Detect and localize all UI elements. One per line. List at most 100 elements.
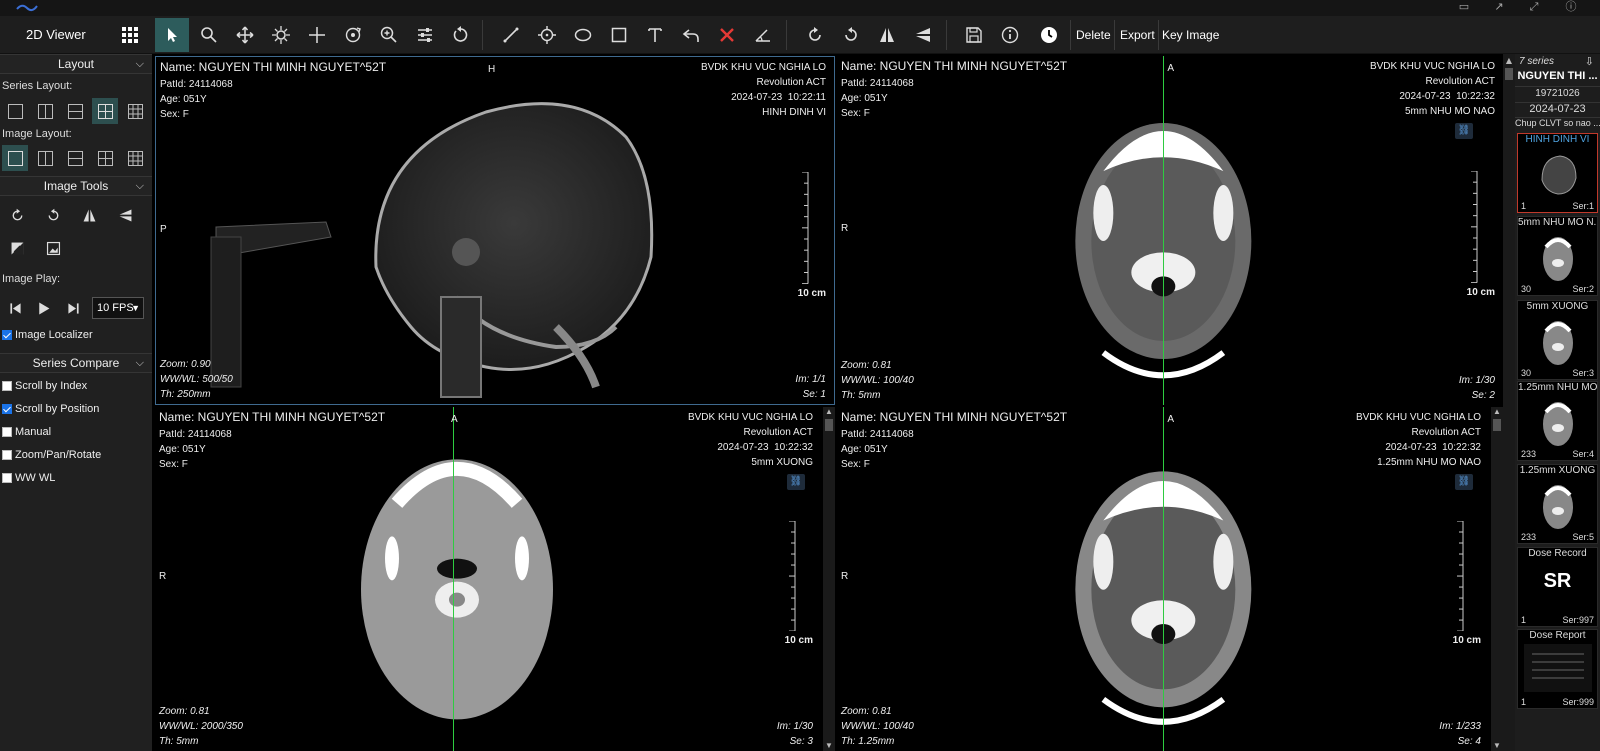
compare-option-checkbox[interactable]: Manual — [2, 426, 51, 438]
delete-button[interactable]: Delete — [1070, 16, 1117, 54]
datetime-overlay: 2024-07-23 10:22:32 — [1385, 442, 1481, 453]
image-frame-button[interactable] — [40, 235, 66, 261]
key-image-button[interactable]: Key Image — [1156, 16, 1225, 54]
compare-option-checkbox[interactable]: Zoom/Pan/Rotate — [2, 449, 101, 461]
scroll-up-icon[interactable]: ▲ — [1491, 407, 1503, 417]
window-level-overlay: WW/WL: 2000/350 — [159, 721, 243, 732]
scroll-thumb[interactable] — [1505, 68, 1513, 80]
link-icon[interactable]: ⛓ — [1455, 474, 1473, 490]
viewport[interactable]: Name: NGUYEN THI MINH NGUYET^52T PatId: 2… — [837, 407, 1503, 751]
scroll-down-icon[interactable]: ▼ — [1491, 741, 1503, 751]
rotate-left-button[interactable] — [834, 18, 868, 52]
save-button[interactable] — [957, 18, 991, 52]
viewport[interactable]: Name: NGUYEN THI MINH NGUYET^52T PatId: 2… — [155, 56, 835, 405]
flip-vertical-button[interactable] — [906, 18, 940, 52]
angle-measure-button[interactable] — [746, 18, 780, 52]
info-button[interactable] — [993, 18, 1027, 52]
window-level-tool-button[interactable] — [264, 18, 298, 52]
thickness-overlay: Th: 250mm — [160, 389, 211, 400]
image-layout-1x2-button[interactable] — [32, 145, 58, 171]
pin-icon[interactable]: ⇩ — [1585, 55, 1594, 68]
viewport[interactable]: Name: NGUYEN THI MINH NGUYET^52T PatId: 2… — [837, 56, 1503, 405]
link-icon[interactable]: ⛓ — [787, 474, 805, 490]
panel-flip-vertical-button[interactable] — [112, 202, 138, 228]
ellipse-roi-button[interactable] — [566, 18, 600, 52]
sex-overlay: Sex: F — [159, 459, 188, 470]
image-layout-2x1-button[interactable] — [62, 145, 88, 171]
series-layout-3x3-button[interactable] — [122, 98, 148, 124]
series-thumbnail[interactable]: 5mm XUONG 30 Ser:3 — [1517, 300, 1598, 380]
link-icon[interactable]: ⛓ — [1455, 123, 1473, 139]
crosshair-tool-button[interactable] — [300, 18, 334, 52]
image-layout-label: Image Layout: — [2, 128, 72, 140]
series-thumbnail[interactable]: 5mm NHU MO N... 30 Ser:2 — [1517, 216, 1598, 296]
series-compare-section-header[interactable]: Series Compare ⌵ — [0, 353, 152, 373]
image-tools-section-header[interactable]: Image Tools ⌵ — [0, 176, 152, 196]
layout-section-header[interactable]: Layout ⌵ — [0, 54, 152, 74]
axial-bone-image — [361, 459, 553, 720]
info-icon[interactable]: ⓘ — [1562, 0, 1580, 14]
first-frame-button[interactable] — [2, 295, 28, 321]
image-layout-3x3-button[interactable] — [122, 145, 148, 171]
image-layout-1x1-button[interactable] — [2, 145, 28, 171]
series-thumbnail[interactable]: HINH DINH VI 1 Ser:1 — [1517, 133, 1598, 213]
reset-button[interactable] — [444, 18, 478, 52]
viewport[interactable]: Name: NGUYEN THI MINH NGUYET^52T PatId: 2… — [155, 407, 835, 751]
series-layout-2x2-button[interactable] — [92, 98, 118, 124]
series-panel: 7 series ⇩ NGUYEN THI ... 19721026 2024-… — [1515, 54, 1600, 751]
export-button[interactable]: Export — [1114, 16, 1161, 54]
rectangle-roi-button[interactable] — [602, 18, 636, 52]
image-layout-2x2-button[interactable] — [92, 145, 118, 171]
panel-rotate-right-button[interactable] — [4, 202, 30, 228]
point-probe-button[interactable] — [530, 18, 564, 52]
share-icon[interactable]: ↗ — [1490, 0, 1508, 14]
undo-button[interactable] — [674, 18, 708, 52]
invert-button[interactable] — [4, 235, 30, 261]
flip-horizontal-button[interactable] — [870, 18, 904, 52]
select-tool-button[interactable] — [155, 18, 189, 52]
pan-tool-button[interactable] — [228, 18, 262, 52]
flip-vertical-icon — [916, 28, 930, 42]
compare-option-label: Scroll by Index — [15, 380, 88, 392]
rotate-free-tool-button[interactable] — [336, 18, 370, 52]
rotate-right-button[interactable] — [798, 18, 832, 52]
scroll-up-icon[interactable]: ▲ — [1503, 56, 1515, 65]
text-annotation-button[interactable] — [638, 18, 672, 52]
apps-grid-icon[interactable] — [118, 23, 142, 47]
delete-annotation-button[interactable] — [710, 18, 744, 52]
series-thumbnail[interactable]: SR Dose Record 1 Ser:997 — [1517, 547, 1598, 627]
history-button[interactable] — [1032, 18, 1066, 52]
fps-select[interactable]: 10 FPS ▼ — [92, 297, 144, 319]
thumbnail-title: 5mm NHU MO N... — [1518, 217, 1597, 228]
sex-overlay: Sex: F — [160, 109, 189, 120]
scroll-thumb[interactable] — [1493, 419, 1501, 431]
scroll-thumb[interactable] — [825, 419, 833, 431]
compare-option-checkbox[interactable]: Scroll by Position — [2, 403, 99, 415]
viewport-right-scrollbar[interactable]: ▲ — [1503, 54, 1515, 751]
scroll-up-icon[interactable]: ▲ — [823, 407, 835, 417]
series-layout-1x1-button[interactable] — [2, 98, 28, 124]
compare-option-checkbox[interactable]: Scroll by Index — [2, 380, 87, 392]
series-thumbnail[interactable]: 1.25mm NHU MO ... 233 Ser:4 — [1517, 381, 1598, 461]
viewport-scrollbar[interactable]: ▲ ▼ — [823, 407, 835, 751]
series-thumbnail[interactable]: Dose Report 1 Ser:999 — [1517, 629, 1598, 709]
viewport-scrollbar[interactable]: ▲ ▼ — [1491, 407, 1503, 751]
image-localizer-checkbox[interactable]: Image Localizer — [2, 329, 93, 341]
last-frame-button[interactable] — [60, 295, 86, 321]
thumbnail-series: Ser:1 — [1572, 201, 1594, 211]
thumbnail-series: Ser:2 — [1572, 284, 1594, 294]
series-layout-2x1-button[interactable] — [62, 98, 88, 124]
magnify-tool-button[interactable] — [192, 18, 226, 52]
play-button[interactable] — [30, 295, 56, 321]
panel-rotate-left-button[interactable] — [40, 202, 66, 228]
zoom-tool-button[interactable] — [372, 18, 406, 52]
series-layout-1x2-button[interactable] — [32, 98, 58, 124]
panel-flip-horizontal-button[interactable] — [76, 202, 102, 228]
adjust-tool-button[interactable] — [408, 18, 442, 52]
compare-option-checkbox[interactable]: WW WL — [2, 472, 55, 484]
line-measure-button[interactable] — [494, 18, 528, 52]
fullscreen-icon[interactable]: ⤢ — [1525, 0, 1543, 14]
scroll-down-icon[interactable]: ▼ — [823, 741, 835, 751]
series-thumbnail[interactable]: 1.25mm XUONG 233 Ser:5 — [1517, 464, 1598, 544]
minimize-icon[interactable]: ▭ — [1455, 0, 1473, 14]
